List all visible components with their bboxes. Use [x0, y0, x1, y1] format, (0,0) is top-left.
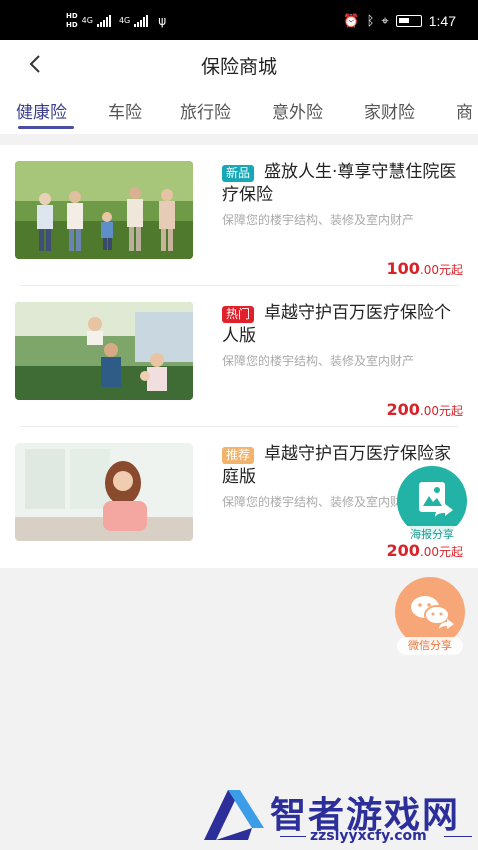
product-price: 100.00元起: [387, 259, 464, 278]
watermark-logo-icon: [204, 790, 264, 840]
usb-icon: ψ: [158, 14, 167, 28]
product-title: 盛放人生·尊享守慧住院医疗保险: [222, 162, 457, 205]
product-price: 200.00元起: [387, 400, 464, 419]
watermark-line-right: [444, 836, 472, 837]
wechat-share-button[interactable]: 微信分享: [393, 577, 467, 657]
alarm-icon: ⏰: [343, 13, 360, 29]
hd-indicator: HD: [66, 12, 78, 20]
product-title: 卓越守护百万医疗保险个人版: [222, 303, 451, 346]
price-suffix: .00元起: [419, 263, 463, 277]
nav-bar: 保险商城: [0, 40, 478, 88]
clock: 1:47: [428, 13, 456, 29]
tab-home-property[interactable]: 家财险: [364, 98, 415, 123]
tab-travel[interactable]: 旅行险: [180, 98, 231, 123]
tab-business[interactable]: 商: [456, 98, 473, 123]
tab-accident[interactable]: 意外险: [272, 98, 323, 123]
active-tab-indicator: [18, 126, 74, 129]
signal-icon-2: [134, 15, 149, 27]
status-bar: HD HD 4G 4G ψ ⏰ ᛒ ⌖ 1:47: [0, 0, 478, 40]
bluetooth-icon: ᛒ: [366, 13, 375, 29]
watermark-url: zzslyyxcfy.com: [310, 828, 427, 844]
wechat-share-label: 微信分享: [397, 637, 463, 655]
price-amount: 200: [386, 400, 420, 419]
price-suffix: .00元起: [419, 545, 463, 559]
page-title: 保险商城: [200, 56, 277, 78]
status-left: HD HD 4G 4G ψ: [66, 12, 166, 30]
product-card[interactable]: 热门 卓越守护百万医疗保险个人版 保障您的楼宇结构、装修及室内财产 200.00…: [0, 286, 478, 427]
location-icon: ⌖: [381, 13, 389, 29]
watermark-line-left: [280, 836, 306, 837]
tab-health[interactable]: 健康险: [16, 98, 67, 123]
product-card[interactable]: 新品 盛放人生·尊享守慧住院医疗保险 保障您的楼宇结构、装修及室内财产 100.…: [0, 145, 478, 286]
price-amount: 100: [386, 259, 420, 278]
network-type-2: 4G: [118, 16, 131, 25]
product-image-woman: [15, 443, 193, 541]
price-suffix: .00元起: [419, 404, 463, 418]
poster-share-button[interactable]: 海报分享: [395, 466, 469, 546]
tab-car[interactable]: 车险: [108, 98, 142, 123]
product-image-family-garden: [15, 302, 193, 400]
product-description: 保障您的楼宇结构、装修及室内财产: [222, 354, 415, 368]
status-right: ⏰ ᛒ ⌖ 1:47: [343, 13, 456, 29]
network-type: 4G: [81, 16, 93, 25]
category-tabs: 健康险 车险 旅行险 意外险 家财险 商: [0, 88, 478, 134]
product-description: 保障您的楼宇结构、装修及室内财产: [222, 213, 415, 227]
signal-icon: [96, 15, 111, 27]
site-watermark: 智者游戏网 zzslyyxcfy.com: [198, 780, 478, 850]
battery-icon: [395, 15, 422, 27]
product-image-family: [15, 161, 193, 259]
poster-share-label: 海报分享: [399, 526, 465, 544]
hd-indicator-2: HD: [66, 21, 78, 29]
